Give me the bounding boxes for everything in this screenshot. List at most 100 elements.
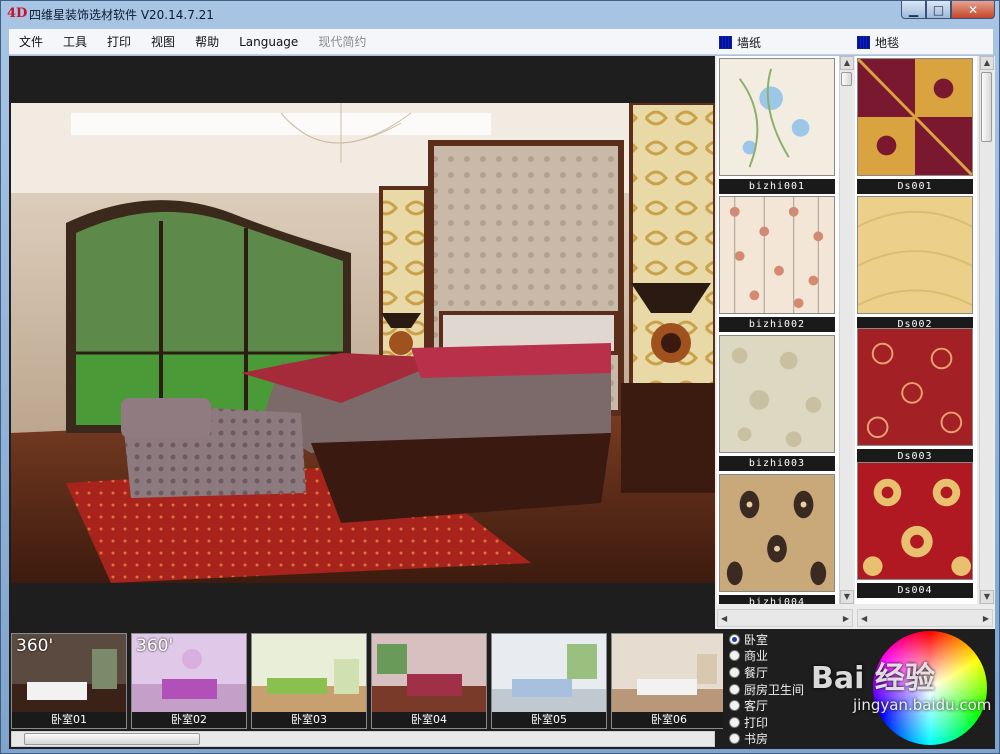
scene-thumbnail[interactable]: 卧室04	[371, 633, 487, 729]
render-viewport[interactable]	[9, 56, 715, 629]
radio-icon[interactable]	[729, 733, 740, 745]
wallpaper-tile[interactable]: bizhi001	[719, 58, 837, 194]
room-type-label: 书房	[744, 732, 769, 747]
scroll-right-icon[interactable]: ▶	[983, 614, 989, 623]
carpet-swatch	[857, 462, 973, 580]
close-button[interactable]: ✕	[951, 1, 995, 19]
wallpaper-panel-title: 墙纸	[737, 36, 762, 50]
wallpaper-tile[interactable]: bizhi003	[719, 335, 837, 471]
scene-caption: 卧室05	[492, 712, 606, 728]
radio-icon[interactable]	[729, 650, 740, 662]
wallpaper-panel-header: 墙纸	[719, 34, 761, 51]
watermark-logo: Bai 经验	[811, 661, 935, 696]
carpet-tile[interactable]: Ds002	[857, 196, 975, 332]
carpet-list[interactable]: Ds001 Ds002 Ds003 Ds004	[855, 56, 977, 604]
scroll-thumb[interactable]	[841, 72, 852, 86]
scene-thumbnail-image	[252, 634, 366, 712]
room-type-label: 餐厅	[744, 665, 769, 680]
carpet-panel-title: 地毯	[875, 36, 900, 50]
app-logo-icon: 4D	[7, 6, 28, 21]
wallpaper-tile[interactable]: bizhi004	[719, 474, 837, 604]
panorama-badge: 360'	[16, 636, 54, 656]
wallpaper-caption: bizhi001	[719, 179, 835, 194]
scene-caption: 卧室04	[372, 712, 486, 728]
panorama-badge: 360'	[136, 636, 174, 656]
wallpaper-swatch	[719, 474, 835, 592]
scene-caption: 卧室03	[252, 712, 366, 728]
menu-file[interactable]: 文件	[9, 33, 53, 50]
scroll-left-icon[interactable]: ◀	[861, 614, 867, 623]
carpet-swatch	[857, 328, 973, 446]
wallpaper-tile[interactable]: bizhi002	[719, 196, 837, 332]
carpet-tile[interactable]: Ds001	[856, 57, 975, 194]
title-bar[interactable]: 4D 四维星装饰选材软件 V20.14.7.21 ▁ □ ✕	[1, 1, 999, 27]
window-title: 四维星装饰选材软件 V20.14.7.21	[29, 7, 214, 22]
wallpaper-caption: bizhi004	[719, 595, 835, 604]
wallpaper-swatch	[719, 335, 835, 453]
scene-thumbnail[interactable]: 卧室05	[491, 633, 607, 729]
scene-thumbnail[interactable]: 卧室06	[611, 633, 727, 729]
scene-caption: 卧室06	[612, 712, 726, 728]
material-panels: bizhi001 bizhi002 bizhi003 bizhi004 ▲ ▼ …	[715, 56, 995, 629]
wallpaper-swatch	[719, 58, 835, 176]
grid-icon	[719, 36, 732, 49]
app-window: 4D 四维星装饰选材软件 V20.14.7.21 ▁ □ ✕ 文件 工具 打印 …	[0, 0, 1000, 754]
carpet-tile[interactable]: Ds004	[857, 462, 975, 598]
room-type-option[interactable]: 打印	[723, 714, 849, 731]
radio-icon[interactable]	[729, 716, 740, 728]
room-render[interactable]	[11, 103, 715, 583]
carpet-swatch	[857, 196, 973, 314]
carpet-scrollbar[interactable]: ▲ ▼	[979, 56, 994, 604]
scroll-right-icon[interactable]: ▶	[843, 614, 849, 623]
scene-caption: 卧室02	[132, 712, 246, 728]
room-type-label: 打印	[744, 715, 769, 730]
room-type-label: 客厅	[744, 699, 769, 714]
wallpaper-scrollbar[interactable]: ▲ ▼	[839, 56, 854, 604]
menu-tools[interactable]: 工具	[53, 33, 97, 50]
menu-help[interactable]: 帮助	[185, 33, 229, 50]
wallpaper-list[interactable]: bizhi001 bizhi002 bizhi003 bizhi004	[717, 56, 839, 604]
carpet-caption: Ds001	[857, 179, 973, 194]
room-type-label: 商业	[744, 649, 769, 664]
carpet-tile[interactable]: Ds003	[857, 328, 975, 464]
scroll-left-icon[interactable]: ◀	[721, 614, 727, 623]
room-type-label: 厨房卫生间	[744, 682, 805, 697]
room-type-label: 卧室	[744, 632, 769, 647]
scroll-up-icon[interactable]: ▲	[840, 56, 854, 70]
radio-icon[interactable]	[729, 666, 740, 678]
minimize-button[interactable]: ▁	[901, 1, 926, 19]
scene-caption: 卧室01	[12, 712, 126, 728]
wallpaper-caption: bizhi002	[719, 317, 835, 332]
wallpaper-hscrollbar[interactable]: ◀ ▶	[717, 609, 853, 627]
menu-view[interactable]: 视图	[141, 33, 185, 50]
scene-thumbnail-image	[372, 634, 486, 712]
room-type-option[interactable]: 卧室	[723, 631, 849, 648]
scroll-thumb[interactable]	[981, 72, 992, 142]
menu-print[interactable]: 打印	[97, 33, 141, 50]
carpet-hscrollbar[interactable]: ◀ ▶	[857, 609, 993, 627]
room-type-option[interactable]: 书房	[723, 731, 849, 748]
scroll-thumb[interactable]	[24, 733, 200, 745]
wallpaper-caption: bizhi003	[719, 456, 835, 471]
scene-thumbnail[interactable]: 卧室03	[251, 633, 367, 729]
scroll-down-icon[interactable]: ▼	[980, 590, 994, 604]
scene-thumbnail[interactable]: 360' 卧室01	[11, 633, 127, 729]
grid-icon	[857, 36, 870, 49]
carpet-panel-header: 地毯	[857, 34, 899, 51]
scene-scrollbar[interactable]	[11, 731, 715, 747]
menu-bar: 文件 工具 打印 视图 帮助 Language 现代简约	[9, 29, 993, 55]
scroll-down-icon[interactable]: ▼	[840, 590, 854, 604]
radio-selected-icon[interactable]	[729, 633, 740, 645]
scroll-up-icon[interactable]: ▲	[980, 56, 994, 70]
scene-thumbnail-image	[492, 634, 606, 712]
menu-style-preset: 现代简约	[318, 35, 367, 49]
maximize-button[interactable]: □	[926, 1, 951, 19]
wallpaper-swatch	[719, 196, 835, 314]
radio-icon[interactable]	[729, 683, 740, 695]
scene-thumbnail[interactable]: 360' 卧室02	[131, 633, 247, 729]
radio-icon[interactable]	[729, 700, 740, 712]
carpet-swatch	[856, 57, 974, 177]
menu-language[interactable]: Language	[229, 35, 308, 49]
scene-thumbnail-image	[612, 634, 726, 712]
room-type-option[interactable]: 客厅	[723, 697, 849, 714]
